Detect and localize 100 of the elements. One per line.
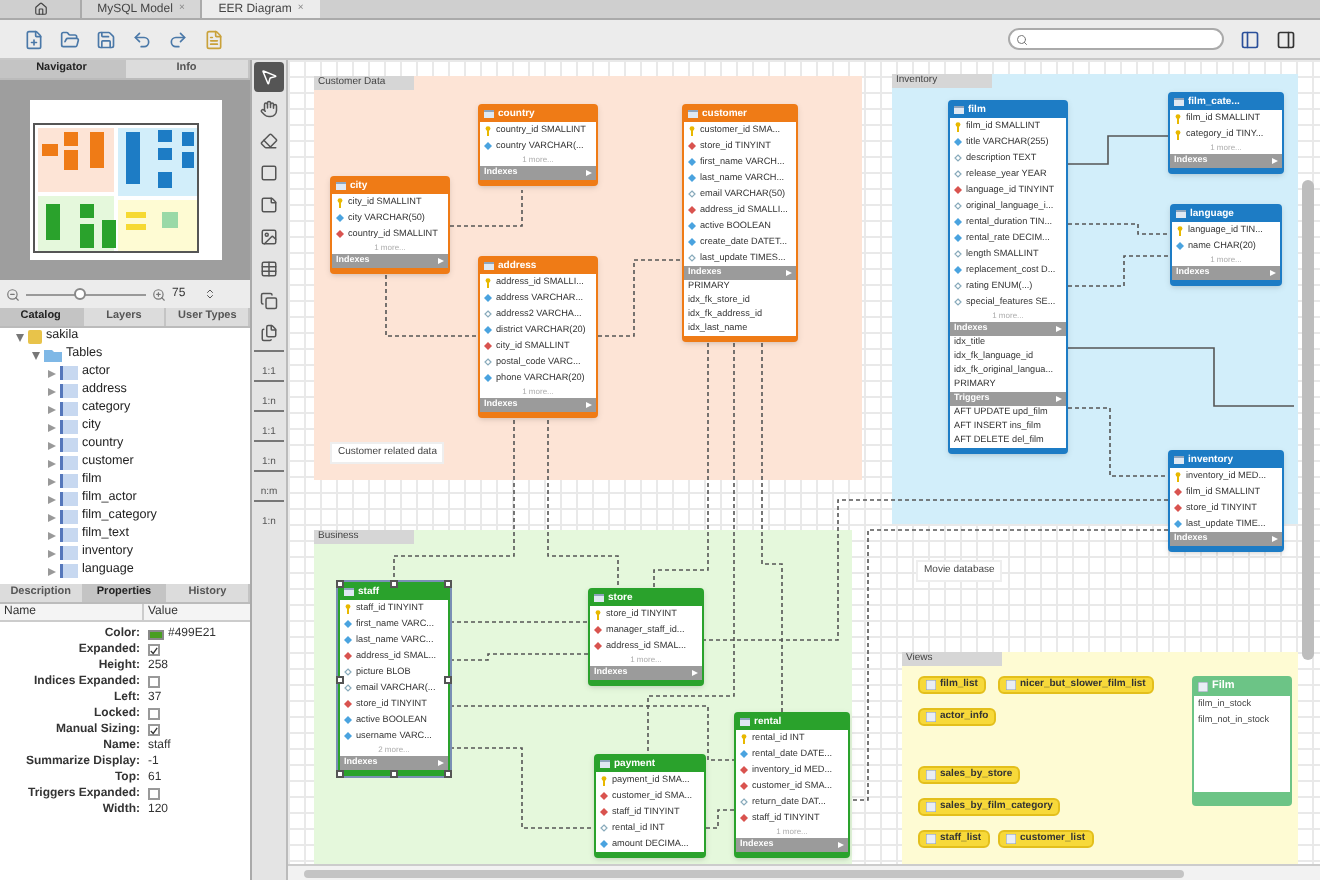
document-icon[interactable] (204, 29, 224, 49)
table-icon (740, 718, 750, 726)
pointer-tool[interactable] (254, 62, 284, 92)
table-icon (60, 402, 78, 416)
resize-handle[interactable] (390, 580, 398, 588)
color-swatch[interactable] (148, 629, 164, 639)
disclosure-triangle-icon[interactable] (48, 567, 56, 575)
disclosure-triangle-icon[interactable] (48, 477, 56, 485)
files-icon (260, 324, 278, 342)
checkbox[interactable] (148, 788, 160, 800)
key-icon (740, 733, 748, 743)
triangle-icon (1056, 396, 1062, 402)
resize-handle[interactable] (444, 770, 452, 778)
table-node[interactable] (682, 104, 798, 342)
home-icon[interactable] (33, 2, 47, 16)
resize-handle[interactable] (336, 580, 344, 588)
key-icon (336, 197, 344, 207)
triangle-icon (692, 670, 698, 676)
save-icon[interactable] (96, 29, 116, 49)
table-icon (484, 110, 494, 118)
key-icon (484, 277, 492, 287)
relationship-line (1067, 255, 1171, 287)
disclosure-triangle-icon[interactable] (48, 387, 56, 395)
resize-handle[interactable] (336, 770, 344, 778)
resize-handle[interactable] (444, 675, 452, 683)
undo-icon[interactable] (132, 29, 152, 49)
table-icon (600, 760, 610, 768)
key-icon (594, 609, 602, 619)
resize-handle[interactable] (390, 770, 398, 778)
relationship-line (449, 653, 589, 661)
redo-icon[interactable] (168, 29, 188, 49)
disclosure-triangle-icon[interactable] (48, 513, 56, 521)
left-panel-icon[interactable] (1240, 29, 1260, 49)
database-icon (28, 330, 42, 344)
pointer-icon (260, 68, 278, 86)
minimap-drawing[interactable] (29, 100, 221, 260)
diamond-icon (1176, 242, 1184, 250)
disclosure-triangle-icon[interactable] (16, 333, 24, 341)
zoom-out-icon[interactable] (6, 287, 20, 301)
table-icon (60, 456, 78, 470)
square-icon (260, 164, 278, 182)
key-icon (1174, 471, 1182, 481)
disclosure-triangle-icon[interactable] (48, 441, 56, 449)
eraser-icon (260, 132, 278, 150)
disclosure-triangle-icon[interactable] (48, 459, 56, 467)
checkbox[interactable] (148, 708, 160, 720)
checkbox[interactable] (148, 676, 160, 688)
triangle-icon (438, 258, 444, 264)
disclosure-triangle-icon[interactable] (48, 495, 56, 503)
disclosure-triangle-icon[interactable] (48, 369, 56, 377)
slider-thumb[interactable] (74, 287, 86, 299)
relationship-line (705, 809, 735, 829)
table-icon (60, 510, 78, 524)
table-icon (1174, 98, 1184, 106)
disclosure-triangle-icon[interactable] (48, 423, 56, 431)
table-icon (1174, 456, 1184, 464)
folder-icon[interactable] (60, 29, 80, 49)
triangle-icon (586, 402, 592, 408)
triangle-icon (586, 170, 592, 176)
table-icon (60, 420, 78, 434)
table-icon (60, 492, 78, 506)
note-icon (260, 196, 278, 214)
horizontal-scrollbar[interactable] (304, 869, 1184, 877)
view-icon (926, 712, 936, 722)
resize-handle[interactable] (444, 580, 452, 588)
triangle-icon (1272, 158, 1278, 164)
zoom-in-icon[interactable] (152, 287, 166, 301)
disclosure-triangle-icon[interactable] (48, 405, 56, 413)
table-icon (594, 594, 604, 602)
triangle-icon (1272, 536, 1278, 542)
search-icon (1016, 33, 1028, 45)
table-icon (60, 564, 78, 578)
copy-icon (260, 292, 278, 310)
key-icon (484, 125, 492, 135)
relationship-line (1067, 135, 1169, 165)
table-icon (336, 182, 346, 190)
right-panel-icon[interactable] (1276, 29, 1296, 49)
triangle-icon (1270, 270, 1276, 276)
disclosure-triangle-icon[interactable] (32, 351, 40, 359)
search-field[interactable] (1008, 28, 1224, 50)
checkbox[interactable] (148, 644, 160, 656)
table-icon (484, 262, 494, 270)
view-icon (926, 770, 936, 780)
relationship-line (449, 621, 589, 623)
table-icon (344, 588, 354, 596)
table-icon (260, 260, 278, 278)
table-icon (60, 438, 78, 452)
key-icon (1176, 225, 1184, 235)
resize-handle[interactable] (336, 675, 344, 683)
disclosure-triangle-icon[interactable] (48, 549, 56, 557)
relationship-line (1067, 223, 1171, 235)
disclosure-triangle-icon[interactable] (48, 531, 56, 539)
table-icon (60, 528, 78, 542)
table-icon (60, 474, 78, 488)
triangle-icon (838, 842, 844, 848)
triangle-icon (1056, 326, 1062, 332)
vertical-scrollbar[interactable] (1302, 180, 1314, 660)
triangle-icon (438, 760, 444, 766)
checkbox[interactable] (148, 724, 160, 736)
new-file-icon[interactable] (24, 29, 44, 49)
